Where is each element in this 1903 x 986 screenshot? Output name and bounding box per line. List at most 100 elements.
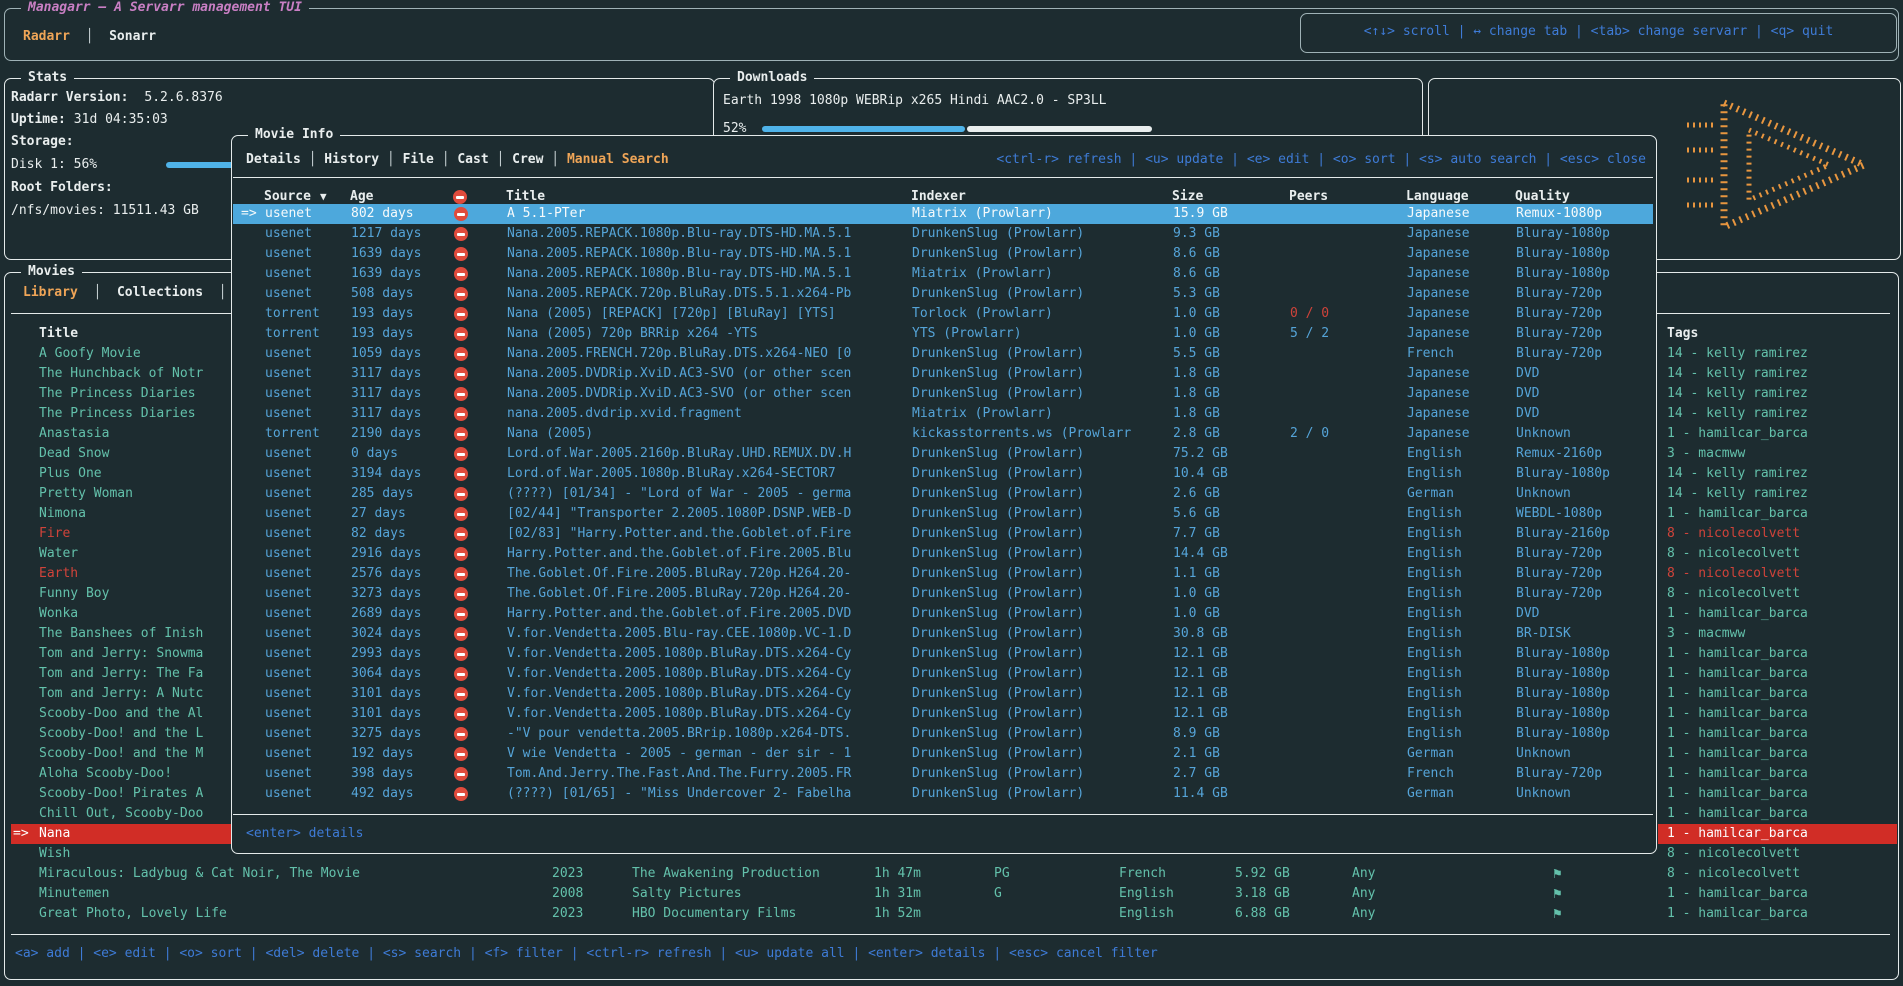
release-source: torrent — [265, 304, 320, 324]
release-row[interactable]: usenet2689 daysHarry.Potter.and.the.Gobl… — [233, 604, 1653, 624]
movies-tabs: Library │ Collections │ — [23, 283, 227, 303]
release-row[interactable]: usenet3275 days-"V pour vendetta.2005.BR… — [233, 724, 1653, 744]
release-source: usenet — [265, 404, 312, 424]
movie-title[interactable]: Water — [39, 544, 78, 564]
movie-title[interactable]: Plus One — [39, 464, 102, 484]
release-title: The.Goblet.Of.Fire.2005.BluRay.720p.H264… — [507, 564, 851, 584]
release-indexer: DrunkenSlug (Prowlarr) — [912, 484, 1084, 504]
movie-title[interactable]: Wish — [39, 844, 70, 864]
movie-title[interactable]: Wonka — [39, 604, 78, 624]
movie-title[interactable]: Anastasia — [39, 424, 109, 444]
release-row[interactable]: usenet2993 daysV.for.Vendetta.2005.1080p… — [233, 644, 1653, 664]
tab-collections[interactable]: Collections — [117, 285, 203, 300]
release-row[interactable]: usenet2576 daysThe.Goblet.Of.Fire.2005.B… — [233, 564, 1653, 584]
movie-title[interactable]: Funny Boy — [39, 584, 109, 604]
release-quality: Unknown — [1516, 424, 1571, 444]
release-source: usenet — [265, 524, 312, 544]
movie-title[interactable]: Scooby-Doo! and the M — [39, 744, 203, 764]
release-row[interactable]: usenet1639 daysNana.2005.REPACK.1080p.Bl… — [233, 244, 1653, 264]
release-size: 8.9 GB — [1173, 724, 1220, 744]
movie-title[interactable]: Miraculous: Ladybug & Cat Noir, The Movi… — [39, 864, 360, 884]
release-size: 11.4 GB — [1173, 784, 1228, 804]
release-row[interactable]: usenet492 days(????) [01/65] - "Miss Und… — [233, 784, 1653, 804]
movie-title[interactable]: The Princess Diaries — [39, 404, 196, 424]
movie-title[interactable]: The Princess Diaries — [39, 384, 196, 404]
tab-crew[interactable]: Crew — [512, 152, 543, 167]
release-source: usenet — [265, 784, 312, 804]
release-peers: 0 / 0 — [1290, 304, 1329, 324]
movie-certification: PG — [994, 864, 1010, 884]
rejected-icon — [454, 427, 468, 441]
movie-title[interactable]: Pretty Woman — [39, 484, 133, 504]
release-row[interactable]: usenet0 daysLord.of.War.2005.2160p.BluRa… — [233, 444, 1653, 464]
release-row[interactable]: usenet192 daysV wie Vendetta - 2005 - ge… — [233, 744, 1653, 764]
release-row[interactable]: usenet3117 daysNana.2005.DVDRip.XviD.AC3… — [233, 384, 1653, 404]
release-row[interactable]: torrent193 daysNana (2005) 720p BRRip x2… — [233, 324, 1653, 344]
movie-tag: 1 - hamilcar_barca — [1667, 824, 1808, 844]
release-quality: Bluray-1080p — [1516, 644, 1610, 664]
release-row[interactable]: usenet3117 daysNana.2005.DVDRip.XviD.AC3… — [233, 364, 1653, 384]
release-source: usenet — [265, 564, 312, 584]
release-row[interactable]: =>usenet802 daysA 5.1-PTerMiatrix (Prowl… — [233, 204, 1653, 224]
release-language: English — [1407, 524, 1462, 544]
movie-title[interactable]: Great Photo, Lovely Life — [39, 904, 227, 924]
release-row[interactable]: usenet508 daysNana.2005.REPACK.720p.BluR… — [233, 284, 1653, 304]
movie-info-help: <ctrl-r> refresh | <u> update | <e> edit… — [996, 150, 1646, 170]
movie-title[interactable]: Aloha Scooby-Doo! — [39, 764, 172, 784]
movie-title[interactable]: Tom and Jerry: Snowma — [39, 644, 203, 664]
tab-sonarr[interactable]: Sonarr — [109, 29, 156, 44]
release-row[interactable]: usenet27 days[02/44] "Transporter 2.2005… — [233, 504, 1653, 524]
tab-file[interactable]: File — [403, 152, 434, 167]
release-indexer: DrunkenSlug (Prowlarr) — [912, 224, 1084, 244]
tab-radarr[interactable]: Radarr — [23, 29, 70, 44]
release-row[interactable]: usenet3064 daysV.for.Vendetta.2005.1080p… — [233, 664, 1653, 684]
movie-title[interactable]: Tom and Jerry: The Fa — [39, 664, 203, 684]
movie-title[interactable]: The Hunchback of Notr — [39, 364, 203, 384]
movie-title[interactable]: Minutemen — [39, 884, 109, 904]
tab-cast[interactable]: Cast — [457, 152, 488, 167]
rejected-icon — [454, 347, 468, 361]
rejected-icon — [454, 587, 468, 601]
release-row[interactable]: torrent2190 daysNana (2005)kickasstorren… — [233, 424, 1653, 444]
movie-title[interactable]: A Goofy Movie — [39, 344, 141, 364]
release-row[interactable]: usenet3273 daysThe.Goblet.Of.Fire.2005.B… — [233, 584, 1653, 604]
release-row[interactable]: torrent193 daysNana (2005) [REPACK] [720… — [233, 304, 1653, 324]
release-row[interactable]: usenet285 days(????) [01/34] - "Lord of … — [233, 484, 1653, 504]
release-source: usenet — [265, 364, 312, 384]
movie-title[interactable]: Scooby-Doo! Pirates A — [39, 784, 203, 804]
release-row[interactable]: usenet1059 daysNana.2005.FRENCH.720p.Blu… — [233, 344, 1653, 364]
movie-title[interactable]: Earth — [39, 564, 78, 584]
movie-title[interactable]: Nana — [39, 824, 70, 844]
release-row[interactable]: usenet82 days[02/83] "Harry.Potter.and.t… — [233, 524, 1653, 544]
movie-title[interactable]: Nimona — [39, 504, 86, 524]
release-title: Nana.2005.REPACK.1080p.Blu-ray.DTS-HD.MA… — [507, 244, 851, 264]
release-title: The.Goblet.Of.Fire.2005.BluRay.720p.H264… — [507, 584, 851, 604]
tab-manual-search[interactable]: Manual Search — [567, 152, 669, 167]
tab-history[interactable]: History — [324, 152, 379, 167]
movie-title[interactable]: Tom and Jerry: A Nutc — [39, 684, 203, 704]
release-row[interactable]: usenet3101 daysV.for.Vendetta.2005.1080p… — [233, 704, 1653, 724]
movie-title[interactable]: Scooby-Doo and the Al — [39, 704, 203, 724]
release-row[interactable]: usenet2916 daysHarry.Potter.and.the.Gobl… — [233, 544, 1653, 564]
movie-title[interactable]: Fire — [39, 524, 70, 544]
release-row[interactable]: usenet3101 daysV.for.Vendetta.2005.1080p… — [233, 684, 1653, 704]
release-row[interactable]: usenet1639 daysNana.2005.REPACK.1080p.Bl… — [233, 264, 1653, 284]
movie-title[interactable]: The Banshees of Inish — [39, 624, 203, 644]
tab-library[interactable]: Library — [23, 285, 78, 300]
tab-details[interactable]: Details — [246, 152, 301, 167]
selected-movie-marker: => — [13, 824, 29, 844]
release-row[interactable]: usenet398 daysTom.And.Jerry.The.Fast.And… — [233, 764, 1653, 784]
release-row[interactable]: usenet1217 daysNana.2005.REPACK.1080p.Bl… — [233, 224, 1653, 244]
movie-title[interactable]: Dead Snow — [39, 444, 109, 464]
movie-title[interactable]: Chill Out, Scooby-Doo — [39, 804, 203, 824]
release-row[interactable]: usenet3117 daysnana.2005.dvdrip.xvid.fra… — [233, 404, 1653, 424]
release-row[interactable]: usenet3024 daysV.for.Vendetta.2005.Blu-r… — [233, 624, 1653, 644]
movie-tag: 14 - kelly ramirez — [1667, 464, 1808, 484]
release-quality: Bluray-720p — [1516, 544, 1602, 564]
release-row[interactable]: usenet3194 daysLord.of.War.2005.1080p.Bl… — [233, 464, 1653, 484]
movie-title[interactable]: Scooby-Doo! and the L — [39, 724, 203, 744]
download-progress-rest — [967, 126, 1152, 132]
release-indexer: DrunkenSlug (Prowlarr) — [912, 244, 1084, 264]
release-quality: Unknown — [1516, 484, 1571, 504]
movie-tag: 8 - nicolecolvett — [1667, 864, 1800, 884]
